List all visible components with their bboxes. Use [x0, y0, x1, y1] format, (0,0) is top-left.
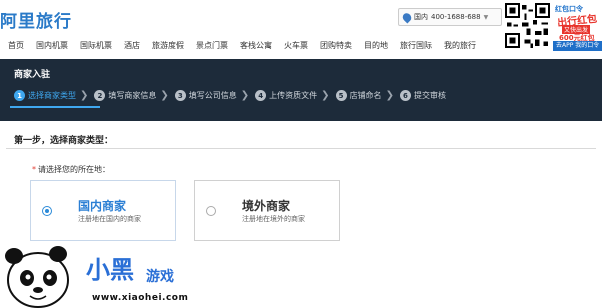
chevron-right-icon: ❯: [80, 90, 89, 101]
step-6: 6 提交审核: [399, 90, 446, 101]
radio-overseas[interactable]: [206, 206, 216, 216]
step-indicator: 1 选择商家类型 ❯ 2 填写商家信息 ❯ 3 填写公司信息 ❯ 4 上传资质文…: [14, 90, 446, 101]
option-subtitle: 注册地在境外的商家: [242, 215, 305, 223]
watermark-brand: 小黑: [86, 256, 134, 284]
chevron-right-icon: ❯: [321, 90, 330, 101]
chevron-down-icon: ▼: [483, 13, 489, 21]
step-4: 4 上传资质文件 ❯: [255, 90, 335, 101]
nav-item-vacations[interactable]: 旅游度假: [146, 38, 190, 54]
option-title: 境外商家: [242, 199, 291, 213]
active-step-underline: [10, 106, 100, 108]
step-heading: 第一步，选择商家类型：: [14, 136, 114, 146]
watermark-brand-suffix: 游戏: [146, 269, 174, 285]
step-label: 上传资质文件: [269, 91, 318, 100]
chevron-right-icon: ❯: [385, 90, 394, 101]
step-label: 填写公司信息: [188, 91, 237, 100]
location-label-text: 请选择您的所在地：: [38, 165, 110, 174]
location-label: * 请选择您的所在地：: [32, 164, 110, 175]
step-3: 3 填写公司信息 ❯: [174, 90, 255, 101]
step-label: 店铺命名: [349, 91, 382, 100]
divider: [6, 148, 596, 149]
page: 阿里旅行 国内 400-1688-688 ▼ 红包口令 出行红包 又快出发 60…: [0, 0, 602, 308]
qr-code-image: [505, 3, 550, 48]
required-mark: *: [32, 165, 36, 174]
step-number: 4: [255, 90, 267, 101]
nav-item-trains[interactable]: 火车票: [278, 38, 314, 54]
step-label: 提交审核: [413, 91, 446, 100]
nav-item-deals[interactable]: 团购特卖: [314, 38, 358, 54]
step-number: 5: [335, 90, 347, 101]
option-overseas-merchant[interactable]: 境外商家 注册地在境外的商家: [194, 180, 340, 241]
step-number: 3: [174, 90, 186, 101]
nav-item-inns[interactable]: 客栈公寓: [234, 38, 278, 54]
nav-item-my-trips[interactable]: 我的旅行: [438, 38, 482, 54]
step-number: 2: [94, 90, 106, 101]
step-number: 6: [399, 90, 411, 101]
location-pin-icon: [400, 10, 414, 24]
panel-title: 商家入驻: [14, 70, 51, 80]
option-title: 国内商家: [78, 199, 127, 213]
radio-domestic[interactable]: [42, 206, 52, 216]
nav-item-home[interactable]: 首页: [0, 38, 30, 54]
step-label: 选择商家类型: [28, 91, 76, 100]
main-nav: 首页 国内机票 国际机票 酒店 旅游度假 景点门票 客栈公寓 火车票 团购特卖 …: [0, 38, 482, 54]
step-1: 1 选择商家类型 ❯: [14, 90, 94, 101]
hotline-region: 国内: [414, 13, 428, 21]
step-number: 1: [14, 90, 25, 101]
brand-logo[interactable]: 阿里旅行: [0, 7, 72, 32]
step-label: 填写商家信息: [108, 91, 157, 100]
chevron-right-icon: ❯: [240, 90, 250, 101]
nav-item-domestic-flights[interactable]: 国内机票: [30, 38, 74, 54]
promo-banner[interactable]: 红包口令 出行红包 又快出发 600元红包 去APP 我的口令: [553, 3, 602, 51]
option-subtitle: 注册地在国内的商家: [78, 215, 141, 223]
step-2: 2 填写商家信息 ❯: [94, 90, 174, 101]
onboarding-panel: 商家入驻 1 选择商家类型 ❯ 2 填写商家信息 ❯ 3 填写公司信息 ❯ 4 …: [0, 59, 602, 121]
nav-item-travel-intl[interactable]: 旅行国际: [394, 38, 438, 54]
nav-item-hotels[interactable]: 酒店: [118, 38, 146, 54]
nav-item-intl-flights[interactable]: 国际机票: [74, 38, 118, 54]
step-5: 5 店铺命名 ❯: [335, 90, 400, 101]
chevron-right-icon: ❯: [160, 90, 169, 101]
nav-item-destinations[interactable]: 目的地: [358, 38, 394, 54]
option-domestic-merchant[interactable]: 国内商家 注册地在国内的商家: [30, 180, 176, 241]
nav-item-attractions[interactable]: 景点门票: [190, 38, 234, 54]
hotline-selector[interactable]: 国内 400-1688-688 ▼: [398, 8, 502, 26]
watermark-url: www.xiaohei.com: [92, 293, 189, 303]
promo-line5: 去APP 我的口令: [553, 41, 602, 51]
hotline-number: 400-1688-688: [431, 13, 481, 21]
